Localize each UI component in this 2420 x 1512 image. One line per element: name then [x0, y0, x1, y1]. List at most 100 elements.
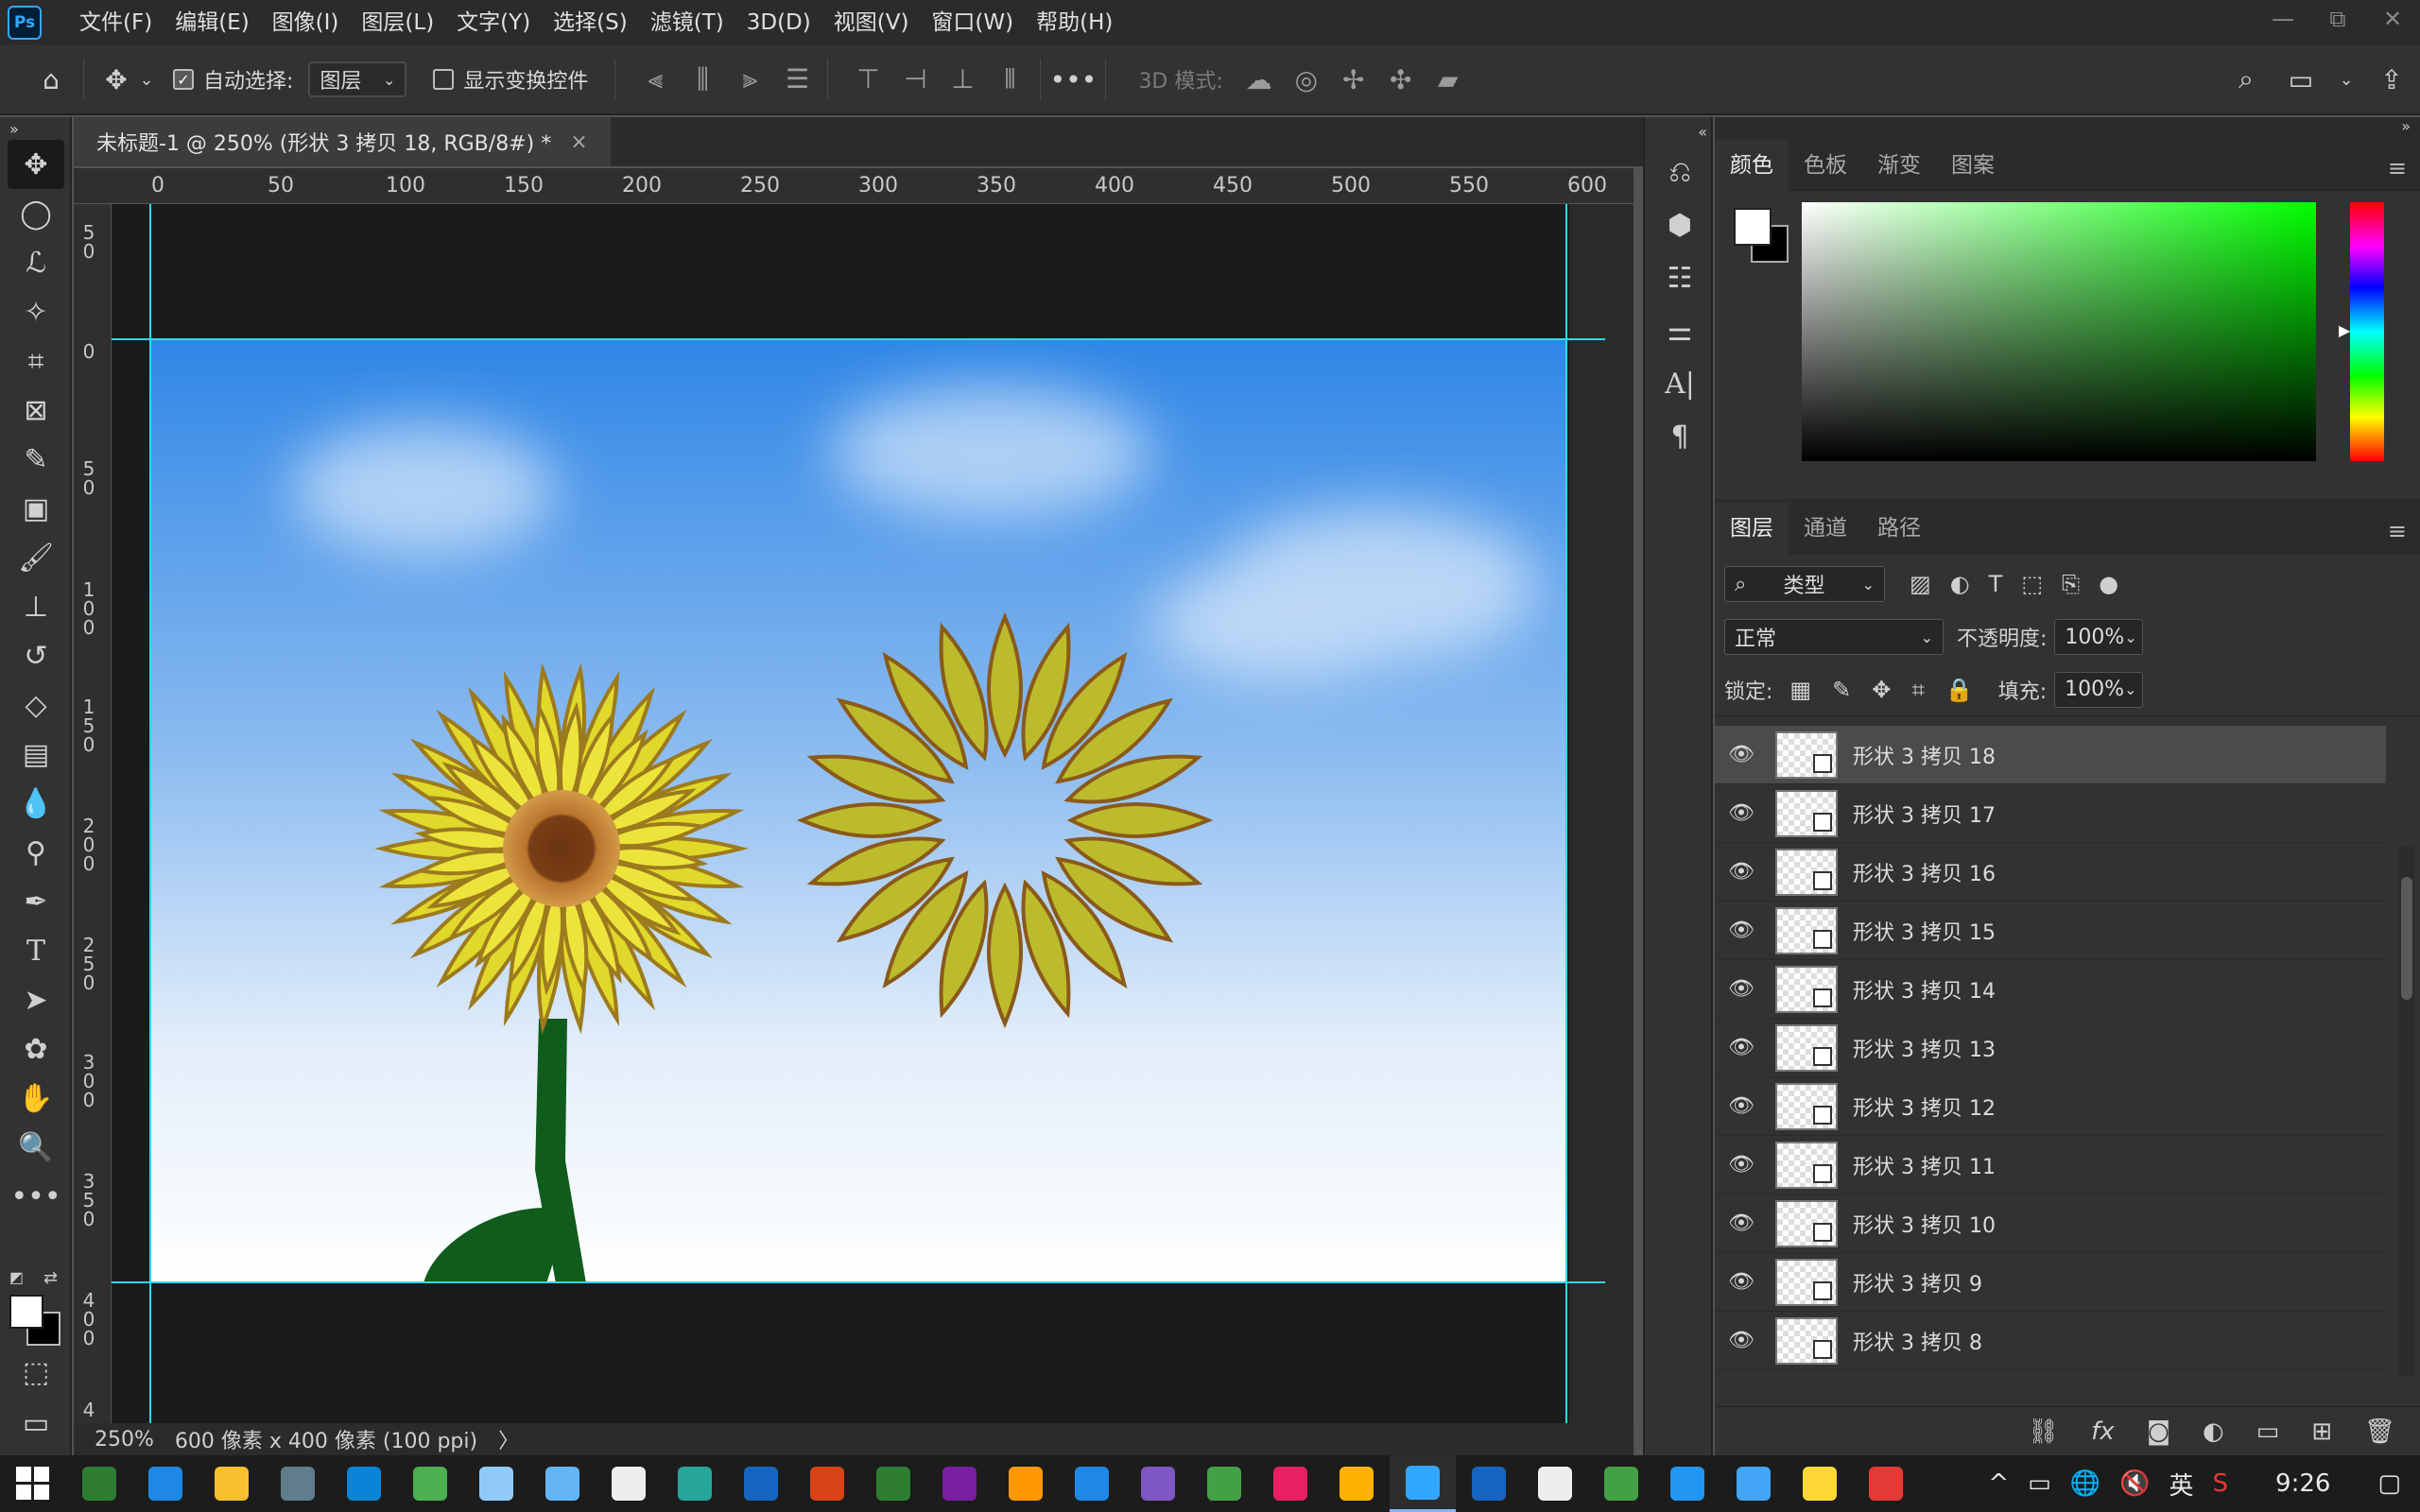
paragraph-panel-icon[interactable]: ¶	[1645, 410, 1715, 463]
opacity-field[interactable]: 100% ⌄	[2054, 619, 2144, 655]
brush-icon[interactable]: 🖌	[0, 533, 72, 582]
menu-3d[interactable]: 3D(D)	[735, 0, 822, 45]
layer-name[interactable]: 形状 3 拷贝 15	[1853, 916, 1996, 946]
layer-thumbnail[interactable]	[1775, 1316, 1838, 1365]
share-icon[interactable]: ⇪	[2373, 60, 2411, 98]
notes-icon[interactable]	[1323, 1455, 1390, 1512]
layer-thumbnail[interactable]	[1775, 1082, 1838, 1130]
intellij-icon[interactable]	[1257, 1455, 1323, 1512]
terminal-icon[interactable]	[66, 1455, 132, 1512]
menu-window[interactable]: 窗口(W)	[920, 0, 1025, 45]
layer-row[interactable]: 👁 形状 3 拷贝 17	[1715, 784, 2386, 843]
align-top-icon[interactable]: ⊤	[851, 63, 885, 95]
eraser-icon[interactable]: ◇	[0, 680, 72, 730]
layer-thumbnail[interactable]	[1775, 789, 1838, 837]
sogou-ime-icon[interactable]: S	[2213, 1469, 2229, 1498]
hue-slider[interactable]	[2350, 202, 2384, 461]
pen-icon[interactable]: ✒	[0, 877, 72, 926]
visibility-eye-icon[interactable]: 👁	[1715, 1036, 1768, 1059]
menu-image[interactable]: 图像(I)	[261, 0, 351, 45]
sublime-icon[interactable]	[993, 1455, 1059, 1512]
filter-smart-object-icon[interactable]: ⎘	[2062, 571, 2080, 597]
battery-icon[interactable]: ▭	[2028, 1469, 2051, 1498]
filter-toggle-icon[interactable]: ●	[2099, 571, 2118, 597]
layer-thumbnail[interactable]	[1775, 730, 1838, 779]
layer-row[interactable]: 👁 形状 3 拷贝 13	[1715, 1019, 2386, 1077]
visibility-eye-icon[interactable]: 👁	[1715, 1211, 1768, 1235]
healing-brush-icon[interactable]: ▣	[0, 484, 72, 533]
drag-3d-icon[interactable]: ✢	[1337, 64, 1371, 95]
adjustment-layer-icon[interactable]: ◐	[2203, 1418, 2224, 1446]
blur-icon[interactable]: 💧	[0, 779, 72, 828]
layer-row[interactable]: 👁 形状 3 拷贝 16	[1715, 843, 2386, 902]
tray-overflow-icon[interactable]: ^	[1988, 1469, 2009, 1498]
fill-field[interactable]: 100% ⌄	[2054, 671, 2144, 708]
custom-shape-icon[interactable]: ✿	[0, 1024, 72, 1074]
delete-layer-icon[interactable]: 🗑	[2364, 1418, 2395, 1446]
align-bottom-icon[interactable]: ⊥	[945, 63, 979, 95]
photoshop-logo-icon[interactable]: Ps	[8, 6, 42, 40]
layer-style-icon[interactable]: fx	[2091, 1418, 2115, 1446]
distribute-h-icon[interactable]: ⦀	[993, 63, 1027, 95]
panel-menu-icon[interactable]: ≡	[2388, 518, 2407, 544]
type-tool-icon[interactable]: T	[0, 926, 72, 975]
cloud-app-icon[interactable]	[529, 1455, 596, 1512]
zoom-icon[interactable]: 🔍	[0, 1123, 72, 1172]
default-colors-icon[interactable]: ◩	[9, 1268, 24, 1286]
home-icon[interactable]: ⌂	[32, 60, 70, 98]
network-icon[interactable]: 🌐	[2070, 1469, 2100, 1498]
foreground-color-swatch[interactable]	[9, 1295, 43, 1329]
dodge-icon[interactable]: ⚲	[0, 828, 72, 877]
collapse-toolbar-icon[interactable]: »	[0, 117, 72, 140]
search-icon[interactable]: ⌕	[2227, 60, 2265, 98]
chrome-icon[interactable]	[397, 1455, 463, 1512]
layer-row[interactable]: 👁 形状 3 拷贝 10	[1715, 1194, 2386, 1253]
auto-select-target-dropdown[interactable]: 图层 ⌄	[308, 61, 407, 97]
tab-layers[interactable]: 图层	[1715, 502, 1789, 554]
blend-mode-dropdown[interactable]: 正常 ⌄	[1724, 619, 1944, 655]
collapse-panel-icon[interactable]: »	[1715, 117, 2420, 140]
lock-transparency-icon[interactable]: ▦	[1789, 677, 1811, 703]
align-left-icon[interactable]: ⫷	[638, 63, 672, 95]
layer-name[interactable]: 形状 3 拷贝 11	[1853, 1150, 1996, 1180]
screen-mode-icon[interactable]: ▭	[0, 1399, 72, 1448]
layer-thumbnail[interactable]	[1775, 1199, 1838, 1247]
auto-select-checkbox[interactable]: ✓	[173, 69, 194, 90]
visualstudio-icon[interactable]	[1125, 1455, 1191, 1512]
close-tab-icon[interactable]: ×	[570, 130, 587, 154]
input-method-indicator[interactable]: 英	[2169, 1467, 2194, 1502]
tab-paths[interactable]: 路径	[1862, 503, 1936, 554]
typora-icon[interactable]	[596, 1455, 662, 1512]
workspace-icon[interactable]: ▭	[2282, 60, 2320, 98]
document-canvas[interactable]	[149, 338, 1567, 1283]
menu-filter[interactable]: 滤镜(T)	[639, 0, 735, 45]
layer-thumbnail[interactable]	[1775, 1023, 1838, 1072]
collapse-panels-icon[interactable]: «	[1645, 117, 1715, 146]
restore-button[interactable]: ⧉	[2310, 0, 2365, 38]
visibility-eye-icon[interactable]: 👁	[1715, 1270, 1768, 1294]
path-selection-icon[interactable]: ➤	[0, 975, 72, 1024]
lock-pixels-icon[interactable]: ✎	[1832, 677, 1851, 703]
layer-row[interactable]: 👁 形状 3 拷贝 18	[1715, 726, 2386, 784]
notification-icon[interactable]: ▢	[2377, 1469, 2401, 1498]
zoom-level[interactable]: 250%	[95, 1428, 154, 1452]
chevron-down-icon[interactable]: ⌄	[2337, 60, 2356, 98]
horizontal-ruler[interactable]: 0 50 100 150 200 250 300 350 400 450 500…	[74, 168, 1634, 204]
clock[interactable]: 9:26	[2275, 1469, 2330, 1498]
layer-name[interactable]: 形状 3 拷贝 18	[1853, 740, 1996, 770]
filter-type-icon[interactable]: T	[1989, 571, 2003, 597]
add-mask-icon[interactable]: ◙	[2147, 1418, 2170, 1446]
quick-mask-icon[interactable]: ⬚	[0, 1348, 72, 1397]
remote-icon[interactable]	[132, 1455, 199, 1512]
feishu-icon[interactable]	[1654, 1455, 1720, 1512]
document-tab[interactable]: 未标题-1 @ 250% (形状 3 拷贝 18, RGB/8#) * ×	[74, 117, 611, 166]
more-tools-icon[interactable]: •••	[0, 1172, 72, 1221]
notepad-icon[interactable]	[463, 1455, 529, 1512]
move-tool-icon[interactable]: ✥	[97, 60, 135, 98]
layer-thumbnail[interactable]	[1775, 965, 1838, 1013]
clone-stamp-icon[interactable]: ⊥	[0, 582, 72, 631]
pycharm-icon[interactable]	[1191, 1455, 1257, 1512]
layer-thumbnail[interactable]	[1775, 848, 1838, 896]
menu-file[interactable]: 文件(F)	[68, 0, 164, 45]
lock-artboard-icon[interactable]: ⌗	[1911, 677, 1925, 703]
